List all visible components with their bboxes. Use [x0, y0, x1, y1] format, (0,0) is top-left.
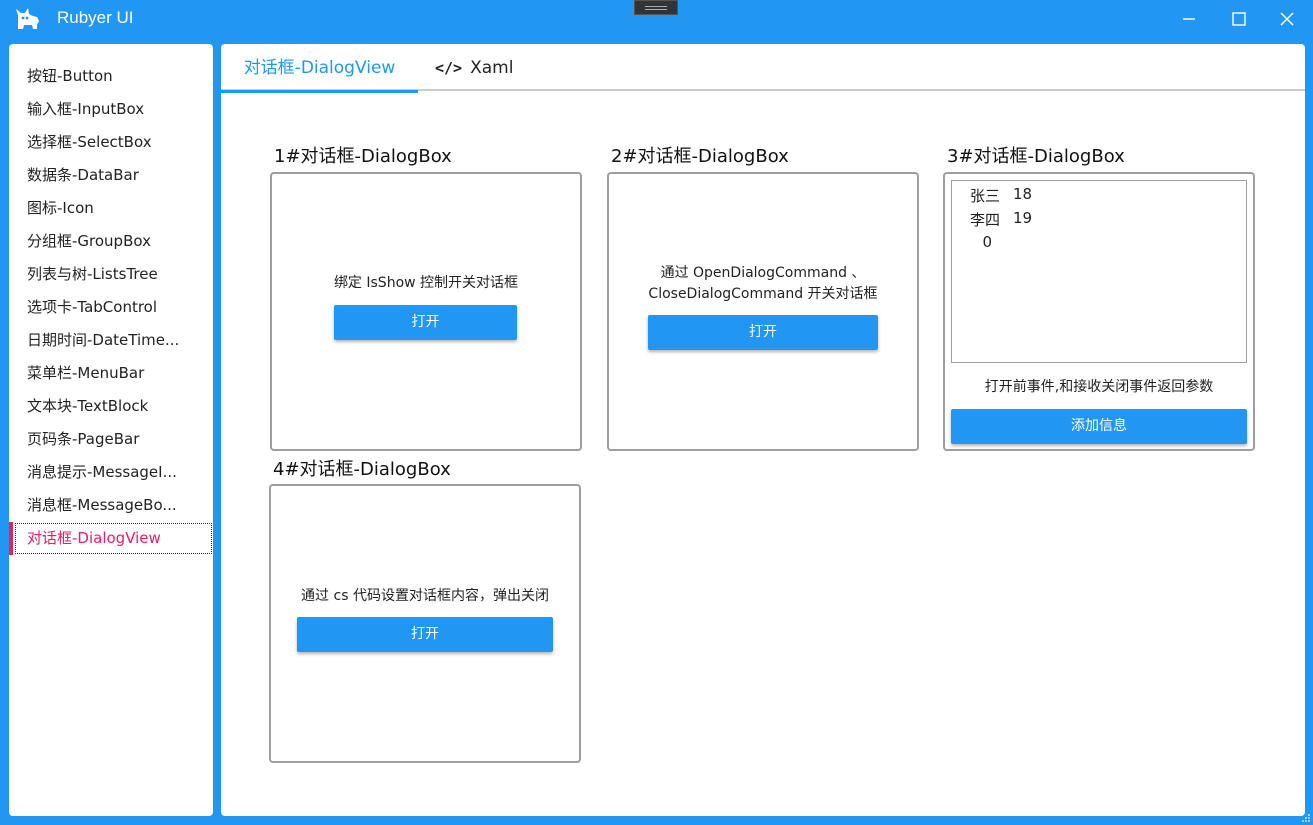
- sidebar-item-textblock[interactable]: 文本块-TextBlock: [9, 390, 213, 423]
- sidebar-item-messagebox[interactable]: 消息框-MessageBo...: [9, 489, 213, 522]
- sidebar-item-liststree[interactable]: 列表与树-ListsTree: [9, 258, 213, 291]
- sidebar-item-groupbox[interactable]: 分组框-GroupBox: [9, 225, 213, 258]
- card2-description-line2: CloseDialogCommand 开关对话框: [648, 286, 878, 302]
- tab-dialogview-label: 对话框-DialogView: [243, 58, 396, 78]
- card3-description: 打开前事件,和接收关闭事件返回参数: [984, 379, 1214, 395]
- list-item-name: 李四: [969, 211, 1000, 229]
- sidebar-item-pagebar[interactable]: 页码条-PageBar: [9, 423, 213, 456]
- tab-dialogview[interactable]: 对话框-DialogView: [221, 44, 418, 93]
- list-item-name: 张三: [969, 187, 1000, 205]
- sidebar-item-tabcontrol[interactable]: 选项卡-TabControl: [9, 291, 213, 324]
- info-list[interactable]: 张三 18 李四 19 0: [951, 180, 1247, 363]
- card2: 通过 OpenDialogCommand 、 CloseDialogComman…: [607, 172, 919, 451]
- app-title: Rubyer UI: [57, 8, 134, 27]
- sidebar-item-dialogview[interactable]: 对话框-DialogView: [9, 522, 213, 555]
- card4: 通过 cs 代码设置对话框内容，弹出关闭 打开: [269, 484, 581, 763]
- tab-xaml[interactable]: </> Xaml: [435, 44, 513, 91]
- close-button[interactable]: [1264, 0, 1310, 38]
- maximize-button[interactable]: [1216, 0, 1262, 38]
- card1-description: 绑定 IsShow 控制开关对话框: [333, 275, 519, 291]
- tab-bar: 对话框-DialogView </> Xaml: [221, 44, 1305, 93]
- card4-description: 通过 cs 代码设置对话框内容，弹出关闭: [301, 588, 549, 604]
- resize-grip-icon[interactable]: [1301, 813, 1311, 823]
- card2-open-button[interactable]: 打开: [648, 315, 878, 350]
- card3: 张三 18 李四 19 0 打开前事件,和接收关闭事件返回参数 添加信息: [943, 172, 1255, 451]
- list-item-value: 0: [982, 233, 992, 251]
- main-panel: 对话框-DialogView </> Xaml 1#对话框-DialogBox 绑…: [221, 44, 1305, 816]
- add-info-button[interactable]: 添加信息: [951, 409, 1247, 444]
- sidebar-item-messageinfo[interactable]: 消息提示-MessageI...: [9, 456, 213, 489]
- cat-logo-icon: [16, 8, 39, 29]
- card3-title: 3#对话框-DialogBox: [947, 146, 1125, 167]
- code-icon: </>: [435, 59, 463, 77]
- minimize-button[interactable]: [1166, 0, 1212, 38]
- card2-title: 2#对话框-DialogBox: [611, 146, 789, 167]
- list-item-age: 19: [1013, 209, 1033, 227]
- sidebar-item-button[interactable]: 按钮-Button: [9, 60, 213, 93]
- drag-handle[interactable]: [634, 0, 678, 15]
- card4-title: 4#对话框-DialogBox: [273, 459, 451, 480]
- maximize-icon: [1232, 12, 1246, 26]
- card1: 绑定 IsShow 控制开关对话框 打开: [270, 172, 582, 451]
- sidebar-item-databar[interactable]: 数据条-DataBar: [9, 159, 213, 192]
- card4-open-button[interactable]: 打开: [297, 617, 553, 652]
- sidebar-item-menubar[interactable]: 菜单栏-MenuBar: [9, 357, 213, 390]
- card1-title: 1#对话框-DialogBox: [274, 146, 452, 167]
- list-item-age: 18: [1013, 185, 1033, 203]
- tab-xaml-label: Xaml: [470, 58, 514, 78]
- sidebar-item-selectbox[interactable]: 选择框-SelectBox: [9, 126, 213, 159]
- card2-description-line1: 通过 OpenDialogCommand 、: [660, 265, 866, 281]
- sidebar-nav: 按钮-Button 输入框-InputBox 选择框-SelectBox 数据条…: [9, 44, 213, 816]
- close-icon: [1280, 12, 1294, 26]
- sidebar-item-icon[interactable]: 图标-Icon: [9, 192, 213, 225]
- card1-open-button[interactable]: 打开: [334, 305, 517, 340]
- title-bar[interactable]: Rubyer UI: [0, 0, 1313, 38]
- minimize-icon: [1183, 18, 1195, 20]
- sidebar-item-inputbox[interactable]: 输入框-InputBox: [9, 93, 213, 126]
- sidebar-item-datetime[interactable]: 日期时间-DateTime...: [9, 324, 213, 357]
